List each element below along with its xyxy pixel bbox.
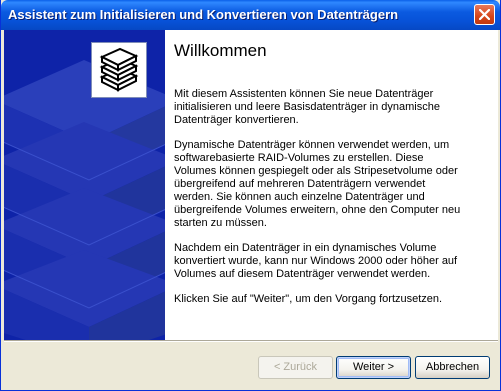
paragraph-intro: Mit diesem Assistenten können Sie neue D…: [174, 88, 440, 126]
back-button[interactable]: < Zurück: [258, 356, 333, 379]
wizard-logo: [91, 42, 147, 98]
title-bar[interactable]: Assistent zum Initialisieren und Konvert…: [1, 0, 500, 30]
wizard-side-panel: [4, 30, 165, 340]
cancel-button[interactable]: Abbrechen: [415, 356, 490, 379]
window-title: Assistent zum Initialisieren und Konvert…: [8, 7, 399, 22]
wizard-description: Mit diesem Assistenten können Sie neue D…: [174, 88, 464, 318]
paragraph-continue: Klicken Sie auf "Weiter", um den Vorgang…: [174, 293, 443, 305]
page-title: Willkommen: [174, 41, 267, 60]
wizard-window: Assistent zum Initialisieren und Konvert…: [0, 0, 501, 391]
paragraph-dynamic-disks: Dynamische Datenträger können verwendet …: [174, 139, 461, 229]
button-area-divider: [4, 340, 498, 342]
disks-stack-icon: [99, 47, 139, 92]
close-icon: [479, 9, 490, 20]
paragraph-compatibility: Nachdem ein Datenträger in ein dynamisch…: [174, 242, 458, 280]
close-button[interactable]: [474, 4, 495, 25]
wizard-content-area: Willkommen Mit diesem Assistenten können…: [4, 30, 498, 340]
next-button[interactable]: Weiter >: [336, 356, 411, 379]
